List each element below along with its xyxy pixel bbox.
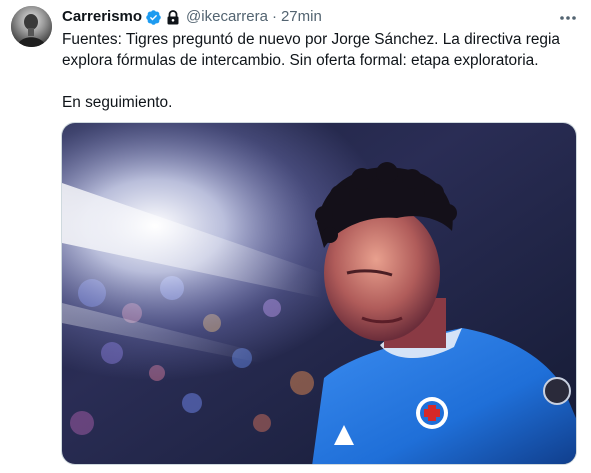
avatar[interactable] <box>11 6 52 47</box>
tweet-photo[interactable] <box>61 122 577 465</box>
tweet-header: Carrerismo @ikecarrera · 27min <box>62 7 322 27</box>
more-options-button[interactable] <box>556 6 580 28</box>
more-horizontal-icon <box>559 8 577 26</box>
author-handle[interactable]: @ikecarrera <box>186 7 268 27</box>
tweet-timestamp[interactable]: 27min <box>281 7 322 27</box>
header-separator: · <box>271 8 277 25</box>
lock-icon <box>166 9 180 25</box>
tweet-text: Fuentes: Tigres preguntó de nuevo por Jo… <box>62 31 560 111</box>
tweet[interactable]: Carrerismo @ikecarrera · 27min Fuentes: … <box>0 0 591 473</box>
author-display-name[interactable]: Carrerismo <box>62 7 142 27</box>
verified-badge-icon <box>145 9 162 26</box>
